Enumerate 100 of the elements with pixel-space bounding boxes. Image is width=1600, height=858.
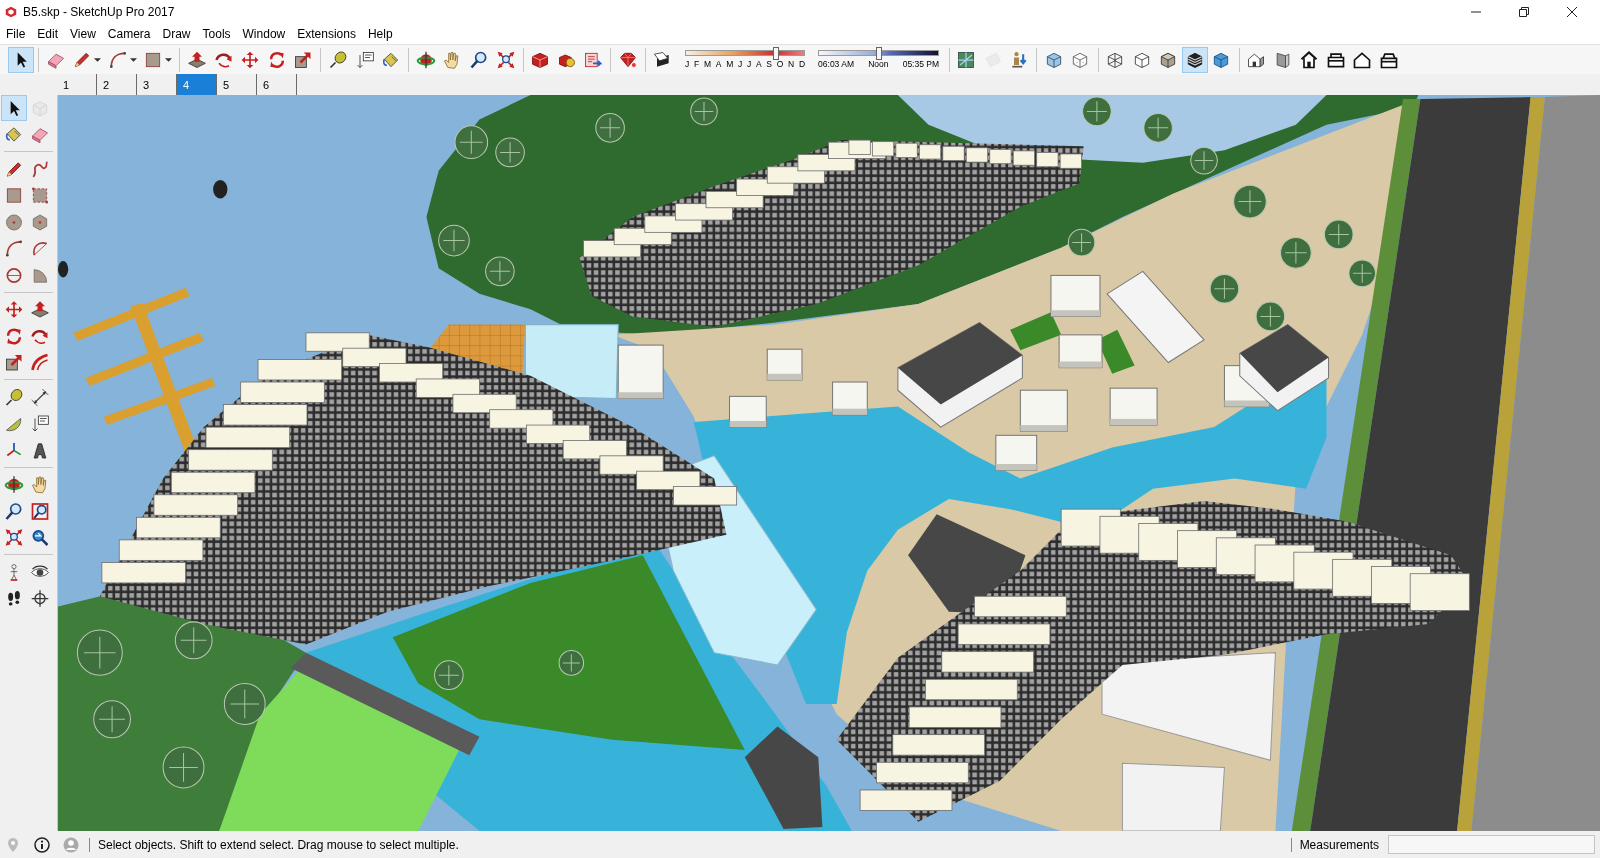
push-pull-icon xyxy=(30,299,50,320)
square-icon xyxy=(4,185,24,206)
map-icon xyxy=(956,49,977,70)
caret-icon xyxy=(165,57,173,62)
scene-tab[interactable]: 4 xyxy=(177,74,217,95)
month-label: J xyxy=(746,59,752,69)
menu-item[interactable]: Tools xyxy=(196,24,237,44)
cube-block xyxy=(1050,274,1101,317)
boat xyxy=(58,261,69,278)
crosshair-icon xyxy=(30,588,50,609)
status-message: Select objects. Shift to extend select. Drag mouse to select multiple. xyxy=(98,837,460,852)
credits-button[interactable] xyxy=(34,836,50,853)
app-logo-icon xyxy=(4,5,18,19)
slider-thumb[interactable] xyxy=(772,47,779,60)
month-label: O xyxy=(776,59,784,69)
tree xyxy=(1190,146,1218,175)
magnifier-icon xyxy=(468,49,489,70)
boat xyxy=(213,180,228,199)
tree xyxy=(690,97,718,126)
zoom-extents-icon xyxy=(4,527,24,548)
square-corners-icon xyxy=(30,185,50,206)
orbit-icon xyxy=(415,49,436,70)
menu-item[interactable]: View xyxy=(64,24,102,44)
time-label: 06:03 AM xyxy=(818,59,854,69)
month-label: J xyxy=(737,59,743,69)
month-label: D xyxy=(798,59,806,69)
tree xyxy=(1143,112,1173,143)
arc-icon xyxy=(107,49,128,70)
text-label-icon xyxy=(354,49,375,70)
tree xyxy=(1280,236,1312,269)
time-label: Noon xyxy=(868,59,889,69)
caret-icon xyxy=(129,57,137,62)
tree xyxy=(438,224,470,257)
menu-item[interactable]: Edit xyxy=(31,24,65,44)
tree xyxy=(223,682,266,725)
restore-icon xyxy=(1519,7,1529,17)
cube-block xyxy=(1109,387,1158,426)
tree xyxy=(595,112,625,143)
month-label: N xyxy=(788,59,795,69)
grass-patch xyxy=(1010,312,1062,351)
menu-item[interactable]: Draw xyxy=(156,24,197,44)
magnifier-arrow-icon xyxy=(30,527,50,548)
measurements-label: Measurements xyxy=(1299,837,1379,852)
cube-block xyxy=(995,434,1038,471)
cube-block xyxy=(1019,389,1068,432)
month-label: M xyxy=(726,59,734,69)
tree xyxy=(1348,259,1376,288)
select-tool-button[interactable] xyxy=(8,46,34,73)
month-label: A xyxy=(715,59,722,69)
cube-block xyxy=(729,395,767,428)
month-label: J xyxy=(685,59,690,69)
tape-measure-icon xyxy=(4,386,24,408)
tree xyxy=(76,629,123,676)
tree xyxy=(1209,273,1240,304)
user-icon xyxy=(63,836,79,853)
orbit-icon xyxy=(4,474,24,495)
zoom-extents-icon xyxy=(495,49,516,70)
tree xyxy=(1067,228,1096,257)
caret-icon xyxy=(94,57,102,62)
tree xyxy=(434,660,464,691)
cube-block xyxy=(766,348,803,381)
house-front-icon xyxy=(1299,49,1320,70)
time-label: 05:35 PM xyxy=(902,59,940,69)
cube-block xyxy=(1058,334,1103,369)
rotate-arrows-icon xyxy=(4,325,24,347)
window-title: B5.skp - SketchUp Pro 2017 xyxy=(23,5,175,19)
zoom-window-icon xyxy=(30,500,50,522)
close-icon xyxy=(1567,7,1577,17)
measurements-field[interactable] xyxy=(1388,835,1595,854)
shaded-textures-button[interactable] xyxy=(1181,46,1208,73)
tree xyxy=(174,621,213,660)
cube-block xyxy=(617,344,664,399)
tape-measure-icon xyxy=(327,49,348,70)
tree xyxy=(162,746,205,789)
tree xyxy=(1323,219,1354,250)
menu-item[interactable]: Extensions xyxy=(291,24,362,44)
tree xyxy=(485,256,515,287)
tree xyxy=(93,700,131,739)
text-label-icon xyxy=(30,413,50,434)
menu-item[interactable]: Help xyxy=(361,24,399,44)
tree xyxy=(454,125,489,160)
dimension-icon xyxy=(30,386,50,408)
tree xyxy=(1255,301,1286,332)
slider-thumb[interactable] xyxy=(875,47,882,60)
select-tool-button[interactable] xyxy=(1,95,27,121)
tree xyxy=(558,650,585,676)
menu-item[interactable]: Camera xyxy=(101,24,157,44)
month-label: M xyxy=(703,59,712,69)
info-icon xyxy=(34,836,50,853)
tree xyxy=(1082,96,1112,127)
offset-icon xyxy=(30,352,50,373)
menu-item[interactable]: Window xyxy=(236,24,292,44)
pin-icon xyxy=(5,836,21,853)
magnifier-icon xyxy=(4,500,24,522)
cube-block xyxy=(832,381,868,416)
month-label: S xyxy=(766,59,772,69)
menu-item[interactable]: File xyxy=(0,24,32,44)
arc-icon xyxy=(4,238,24,259)
month-label: A xyxy=(755,59,762,69)
paint-bucket-icon xyxy=(4,124,24,145)
